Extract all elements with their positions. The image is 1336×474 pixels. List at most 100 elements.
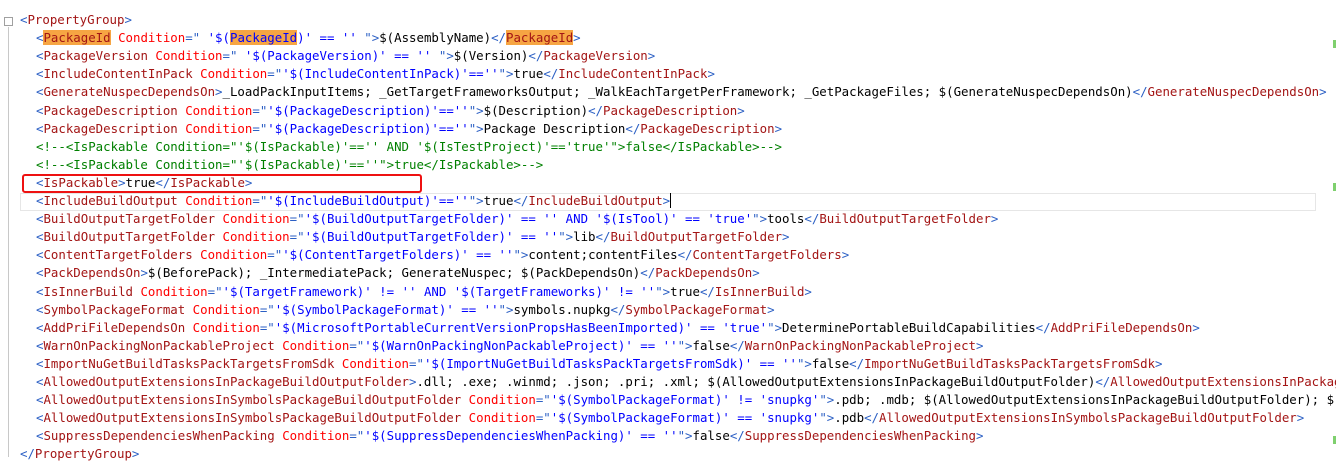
code-line[interactable]: </PropertyGroup> xyxy=(20,445,139,463)
code-token: false xyxy=(692,337,730,353)
code-token: _LoadPackInputItems; _GetTargetFramework… xyxy=(222,84,1133,100)
code-token: =" xyxy=(222,48,238,64)
code-token: BuildOutputTargetFolder xyxy=(43,229,216,245)
code-token: PackageId xyxy=(229,30,298,46)
code-token: </ xyxy=(543,66,559,82)
code-token: </ xyxy=(640,265,656,281)
code-token: =" xyxy=(207,283,223,299)
code-token: false xyxy=(692,428,730,444)
code-token: $(AssemblyName) xyxy=(379,30,492,46)
code-token: PackageDescription xyxy=(43,120,178,136)
code-token: ContentTargetFolders xyxy=(692,247,842,263)
code-line[interactable]: <AllowedOutputExtensionsInSymbolsPackage… xyxy=(36,391,1336,409)
code-line[interactable]: <ImportNuGetBuildTasksPackTargetsFromSdk… xyxy=(36,355,1163,373)
code-line[interactable]: <BuildOutputTargetFolder Condition="'$(B… xyxy=(36,210,998,228)
code-token: > xyxy=(1192,319,1200,335)
code-line[interactable]: <AllowedOutputExtensionsInPackageBuildOu… xyxy=(36,373,1336,391)
code-token: Package Description xyxy=(483,120,626,136)
collapse-region-icon[interactable] xyxy=(4,17,13,26)
code-line[interactable]: <PackageId Condition=" '$(PackageId)' ==… xyxy=(36,29,581,47)
code-token: '$(IncludeBuildOutput)'=='' xyxy=(267,193,469,208)
code-token: =" xyxy=(289,211,305,227)
code-token: > xyxy=(737,102,745,118)
code-line[interactable]: <BuildOutputTargetFolder Condition="'$(B… xyxy=(36,228,790,246)
code-line[interactable]: <AllowedOutputExtensionsInSymbolsPackage… xyxy=(36,409,1304,427)
code-token: </ xyxy=(849,355,865,371)
code-token: BuildOutputTargetFolder xyxy=(819,211,991,227)
code-token: AddPriFileDependsOn xyxy=(1050,319,1193,335)
code-token: ImportNuGetBuildTasksPackTargetsFromSdk xyxy=(43,355,335,371)
code-line[interactable]: <ContentTargetFolders Condition="'$(Cont… xyxy=(36,246,849,264)
code-token: > xyxy=(990,211,999,227)
code-token: Condition xyxy=(274,337,350,353)
code-token: IncludeBuildOutput xyxy=(528,193,663,208)
code-token: '$(MicrosoftPortableCurrentVersionPropsH… xyxy=(274,319,768,335)
code-token: > xyxy=(774,120,783,136)
outlining-guide xyxy=(8,27,9,457)
code-token: "> xyxy=(498,66,514,82)
code-token: Condition xyxy=(177,193,253,208)
code-line[interactable]: <SuppressDependenciesWhenPacking Conditi… xyxy=(36,427,983,445)
code-token: PackageVersion xyxy=(543,48,648,64)
code-token: > xyxy=(1296,410,1305,426)
code-token: Condition xyxy=(147,48,223,64)
code-token: PropertyGroup xyxy=(27,12,125,27)
code-token: =" xyxy=(252,120,268,136)
code-line[interactable]: <!--<IsPackable Condition="'$(IsPackable… xyxy=(36,156,543,174)
code-line[interactable]: <PropertyGroup> xyxy=(20,11,132,29)
code-token: </ xyxy=(677,247,693,263)
code-token: </ xyxy=(804,211,820,227)
code-line[interactable]: <PackDependsOn>$(BeforePack); _Intermedi… xyxy=(36,264,760,282)
code-line[interactable]: <!--<IsPackable Condition="'$(IsPackable… xyxy=(36,138,782,156)
code-token: </ xyxy=(729,428,745,444)
code-line[interactable]: <PackageVersion Condition=" '$(PackageVe… xyxy=(36,47,655,65)
code-line[interactable]: <PackageDescription Condition="'$(Packag… xyxy=(36,120,782,138)
code-token: =" xyxy=(535,410,551,426)
xml-code-editor[interactable]: <PropertyGroup> <PackageId Condition=" '$… xyxy=(0,0,1336,474)
code-token: WarnOnPackingNonPackableProject xyxy=(744,337,976,353)
code-token: '$(WarnOnPackingNonPackableProject)' == … xyxy=(364,337,678,353)
code-token: lib xyxy=(573,229,596,245)
code-line[interactable]: <SymbolPackageFormat Condition="'$(Symbo… xyxy=(36,301,775,319)
code-token: =" xyxy=(252,102,268,118)
code-token: > xyxy=(841,247,850,263)
code-token: '$(SymbolPackageFormat)' != 'snupkg' xyxy=(550,392,820,408)
code-line[interactable]: <GenerateNuspecDependsOn>_LoadPackInputI… xyxy=(36,83,1327,101)
code-line[interactable]: <IncludeBuildOutput Condition="'$(Includ… xyxy=(36,192,672,210)
code-token: </ xyxy=(491,30,507,46)
code-token: > xyxy=(215,84,223,100)
code-token: AllowedOutputExtensionsInSymbolsPackageB… xyxy=(43,410,462,426)
code-token: </ xyxy=(1035,319,1051,335)
code-token: "> xyxy=(513,247,529,263)
code-token: $(BeforePack); _IntermediatePack; Genera… xyxy=(147,265,641,281)
code-token: Condition xyxy=(461,392,536,408)
code-line[interactable]: <IsInnerBuild Condition="'$(TargetFramew… xyxy=(36,283,812,301)
code-line[interactable]: <PackageDescription Condition="'$(Packag… xyxy=(36,102,745,120)
code-token: "> xyxy=(655,283,671,299)
code-line[interactable]: <AddPriFileDependsOn Condition="'$(Micro… xyxy=(36,319,1200,337)
code-token: > xyxy=(804,283,812,299)
code-token: SymbolPackageFormat xyxy=(43,301,186,317)
code-token: tools xyxy=(767,211,805,227)
code-token: AllowedOutputExtensionsInSymbolsPackageB… xyxy=(879,410,1297,426)
code-token: GenerateNuspecDependsOn xyxy=(1147,84,1320,100)
code-token: Condition xyxy=(461,410,536,426)
code-line[interactable]: <WarnOnPackingNonPackableProject Conditi… xyxy=(36,337,983,355)
code-line[interactable]: <IncludeContentInPack Condition="'$(Incl… xyxy=(36,65,715,83)
code-token: =" xyxy=(267,66,283,82)
code-token: > xyxy=(662,193,671,208)
code-token: </ xyxy=(625,120,641,136)
code-token: </ xyxy=(595,229,611,245)
code-token: '$(SuppressDependenciesWhenPacking)' == … xyxy=(364,428,678,444)
code-token: > xyxy=(976,428,984,444)
code-token: "> xyxy=(752,211,768,227)
code-token: .pdb; .mdb; $(AllowedOutputExtensionsInP… xyxy=(834,392,1336,408)
code-token: PackDependsOn xyxy=(655,265,753,281)
code-token: Condition xyxy=(177,120,253,136)
code-token: =" xyxy=(409,355,424,371)
code-token: "> xyxy=(819,410,835,426)
code-token: "> xyxy=(498,301,514,317)
code-token: "> xyxy=(468,120,484,136)
code-token: $(Version) xyxy=(453,48,529,64)
code-token: </ xyxy=(729,337,745,353)
